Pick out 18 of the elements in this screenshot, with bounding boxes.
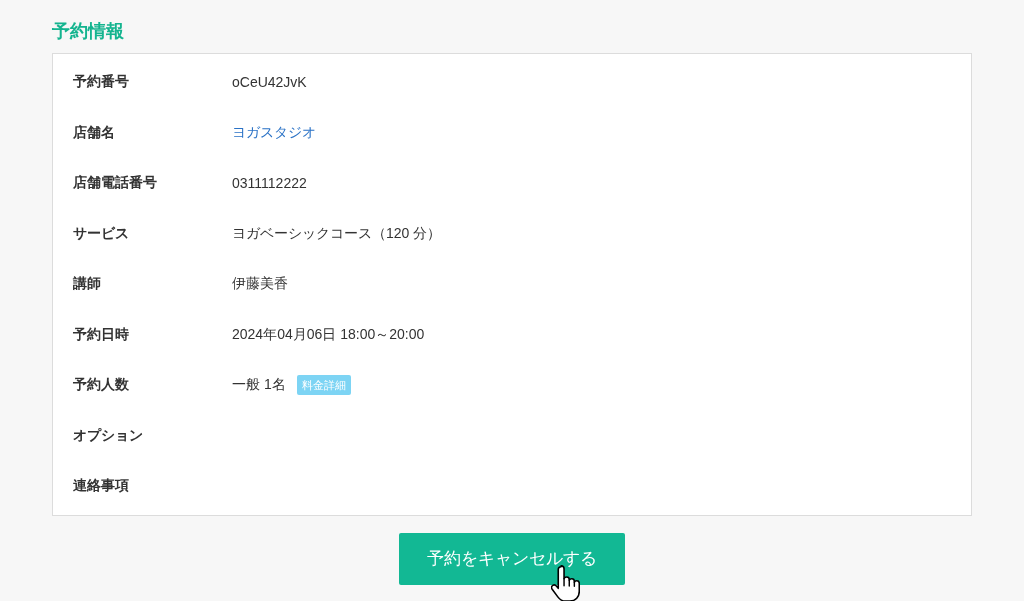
detail-value: 伊藤美香 bbox=[232, 275, 288, 294]
detail-label: 講師 bbox=[73, 275, 102, 294]
detail-value: 一般 1名 bbox=[232, 376, 286, 395]
detail-label: 予約番号 bbox=[73, 73, 130, 92]
detail-label: 予約人数 bbox=[73, 376, 130, 395]
detail-value: oCeU42JvK bbox=[232, 74, 307, 91]
detail-value: ヨガベーシックコース（120 分） bbox=[232, 224, 442, 243]
detail-label: 予約日時 bbox=[73, 325, 130, 344]
detail-label: 連絡事項 bbox=[73, 477, 130, 496]
cancel-reservation-button[interactable]: 予約をキャンセルする bbox=[399, 532, 625, 585]
detail-value: 2024年04月06日 18:00～20:00 bbox=[232, 325, 425, 344]
price-detail-badge[interactable]: 料金詳細 bbox=[296, 375, 351, 396]
section-title: 予約情報 bbox=[52, 20, 125, 43]
store-link[interactable]: ヨガスタジオ bbox=[232, 123, 316, 142]
detail-label: 店舗電話番号 bbox=[73, 174, 158, 193]
detail-value: 0311112222 bbox=[232, 175, 307, 192]
detail-label: 店舗名 bbox=[73, 123, 116, 142]
detail-label: サービス bbox=[73, 224, 130, 243]
